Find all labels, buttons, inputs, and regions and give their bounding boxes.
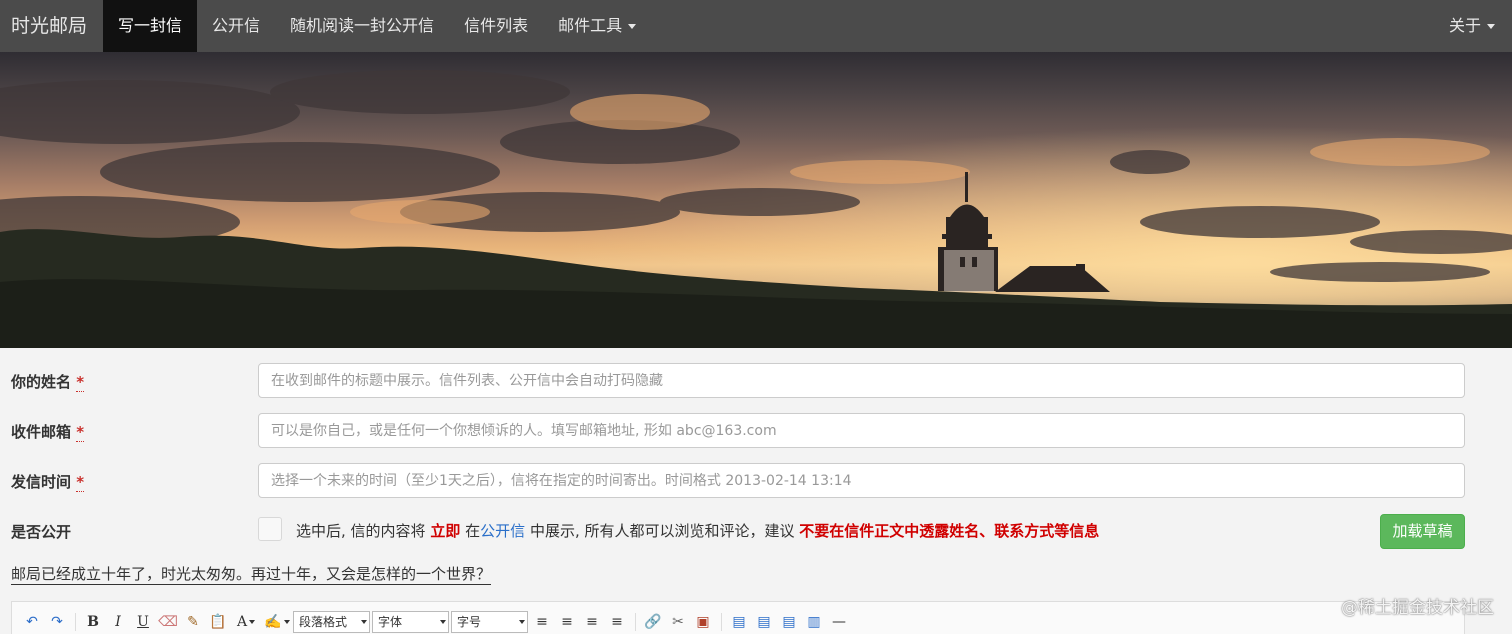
watermark-text: @稀土掘金技术社区: [1341, 598, 1494, 618]
toolbar-divider: [75, 612, 76, 631]
link-icon[interactable]: 🔗: [641, 611, 665, 633]
highlight-icon: ✍: [264, 613, 282, 630]
public-text-3: 中展示, 所有人都可以浏览和评论，建议: [529, 522, 795, 540]
nav-item-write-letter[interactable]: 写一封信: [103, 0, 198, 52]
public-text-1: 选中后, 信的内容将: [296, 522, 426, 540]
image-center-icon[interactable]: ▤: [777, 611, 801, 633]
chevron-down-icon: [361, 619, 367, 624]
paste-text-icon[interactable]: 📋: [206, 611, 230, 633]
font-family-select[interactable]: 字体: [372, 610, 449, 633]
font-family-value: 字体: [378, 615, 403, 629]
editor-toolbar: ↶ ↷ B I U ⌫ ✎ 📋 A ✍ 段落格式 字体 字号 ≡ ≡ ≡ ≡ 🔗…: [11, 601, 1465, 634]
send-time-field-label: 发信时间 *: [11, 471, 85, 492]
align-right-icon[interactable]: ≡: [580, 611, 604, 633]
image-icon[interactable]: ▣: [691, 611, 715, 633]
nav-item-mail-tools[interactable]: 邮件工具: [543, 0, 651, 52]
paragraph-format-select[interactable]: 段落格式: [293, 610, 370, 633]
nav-item-letter-list[interactable]: 信件列表: [449, 0, 543, 52]
chevron-down-icon: [440, 619, 446, 624]
chevron-down-icon: [283, 619, 290, 624]
name-field-label: 你的姓名 *: [11, 371, 85, 392]
unlink-icon[interactable]: ✂: [666, 611, 690, 633]
public-checkbox[interactable]: [258, 517, 282, 541]
underline-button[interactable]: U: [131, 611, 155, 633]
hero-banner-lighthouse-image: [0, 52, 1512, 348]
required-marker: *: [76, 473, 85, 492]
toolbar-divider: [721, 612, 722, 631]
font-size-select[interactable]: 字号: [451, 610, 528, 633]
image-none-icon[interactable]: ▥: [802, 611, 826, 633]
bold-button[interactable]: B: [81, 611, 105, 633]
public-text-immediate: 立即: [430, 522, 461, 540]
chevron-down-icon: [519, 619, 525, 624]
paragraph-format-value: 段落格式: [299, 615, 348, 629]
hero-illustration: [0, 52, 1512, 348]
toolbar-divider: [635, 612, 636, 631]
align-justify-icon[interactable]: ≡: [605, 611, 629, 633]
chevron-down-icon: [249, 619, 256, 624]
highlight-color-button[interactable]: ✍: [262, 611, 292, 633]
brand-logo[interactable]: 时光邮局: [0, 0, 103, 52]
top-navbar: 时光邮局 写一封信 公开信 随机阅读一封公开信 信件列表 邮件工具 关于: [0, 0, 1512, 52]
email-field-label: 收件邮箱 *: [11, 421, 85, 442]
public-text-2: 在: [465, 522, 481, 540]
send-time-field-label-text: 发信时间: [11, 473, 72, 491]
public-description: 选中后, 信的内容将 立即 在公开信 中展示, 所有人都可以浏览和评论，建议 不…: [296, 520, 1099, 541]
send-time-input[interactable]: [258, 463, 1465, 498]
email-input[interactable]: [258, 413, 1465, 448]
align-center-icon[interactable]: ≡: [555, 611, 579, 633]
public-letters-link[interactable]: 公开信: [480, 522, 525, 540]
image-left-icon[interactable]: ▤: [727, 611, 751, 633]
nav-item-about-label: 关于: [1448, 16, 1481, 35]
nav-item-random-read[interactable]: 随机阅读一封公开信: [275, 0, 449, 52]
horizontal-rule-icon[interactable]: —: [827, 611, 851, 633]
font-color-label: A: [236, 613, 248, 630]
required-marker: *: [76, 373, 85, 392]
image-right-icon[interactable]: ▤: [752, 611, 776, 633]
chevron-down-icon: [1487, 24, 1495, 29]
chevron-down-icon: [628, 24, 637, 29]
eraser-icon[interactable]: ⌫: [156, 611, 180, 633]
intro-quote: 邮局已经成立十年了，时光太匆匆。再过十年，又会是怎样的一个世界？: [11, 565, 492, 585]
italic-button[interactable]: I: [106, 611, 130, 633]
align-left-icon[interactable]: ≡: [530, 611, 554, 633]
font-color-button[interactable]: A: [231, 611, 261, 633]
public-text-warning: 不要在信件正文中透露姓名、联系方式等信息: [799, 522, 1100, 540]
name-field-label-text: 你的姓名: [11, 373, 72, 391]
format-brush-icon[interactable]: ✎: [181, 611, 205, 633]
font-size-value: 字号: [457, 615, 482, 629]
name-input[interactable]: [258, 363, 1465, 398]
undo-icon[interactable]: ↶: [20, 611, 44, 633]
load-draft-button[interactable]: 加载草稿: [1380, 514, 1465, 549]
nav-item-mail-tools-label: 邮件工具: [558, 16, 623, 35]
required-marker: *: [76, 423, 85, 442]
nav-item-about[interactable]: 关于: [1434, 0, 1512, 52]
nav-item-public-letters[interactable]: 公开信: [197, 0, 275, 52]
email-field-label-text: 收件邮箱: [11, 423, 72, 441]
public-field-label: 是否公开: [11, 523, 72, 541]
redo-icon[interactable]: ↷: [45, 611, 69, 633]
